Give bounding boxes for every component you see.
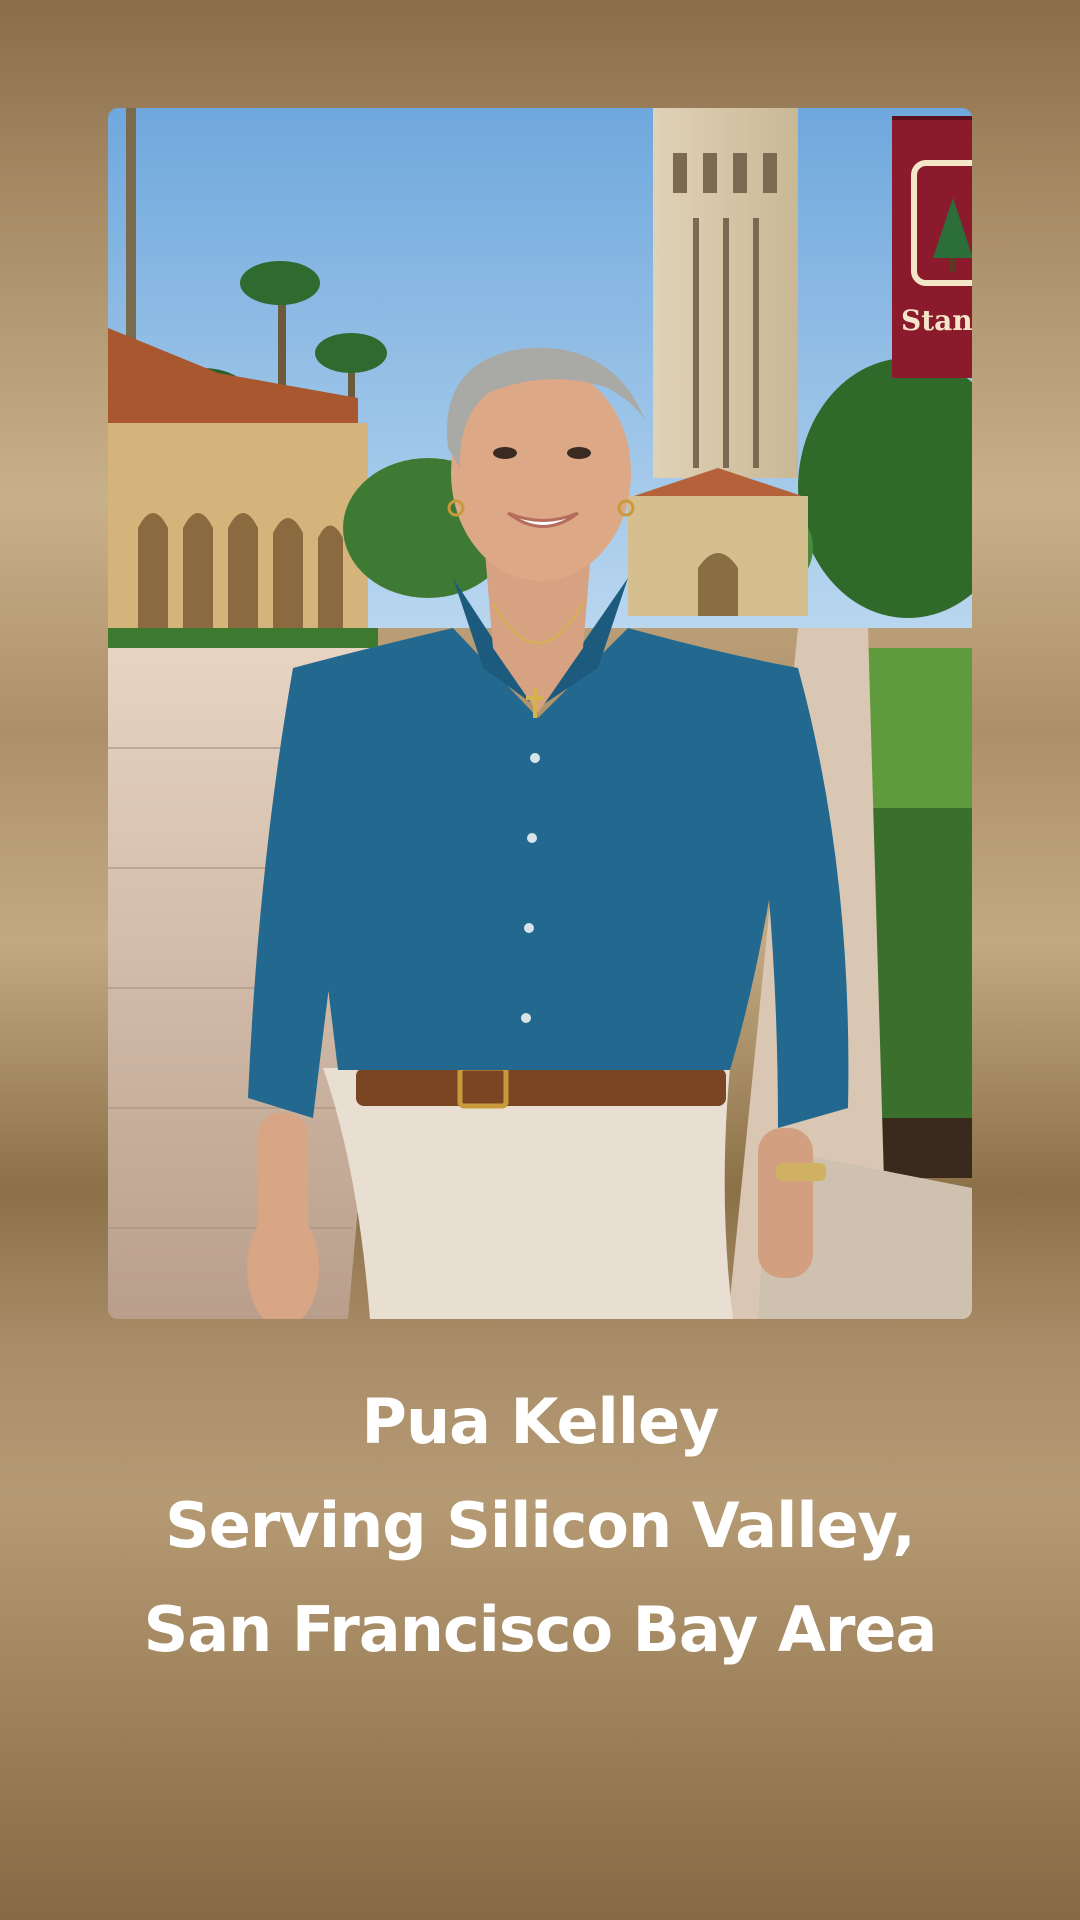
hoover-tower	[628, 108, 808, 616]
university-banner: Stanf	[892, 116, 972, 378]
service-area-line-1: Serving Silicon Valley,	[165, 1489, 916, 1562]
service-area-line-2: San Francisco Bay Area	[143, 1593, 938, 1666]
banner-label: Stanf	[901, 304, 972, 337]
profile-caption: Pua Kelley Serving Silicon Valley, San F…	[0, 1370, 1080, 1682]
profile-photo: Stanf	[108, 108, 972, 1319]
agent-name: Pua Kelley	[361, 1385, 720, 1458]
portrait-photo-icon: Stanf	[108, 108, 972, 1319]
